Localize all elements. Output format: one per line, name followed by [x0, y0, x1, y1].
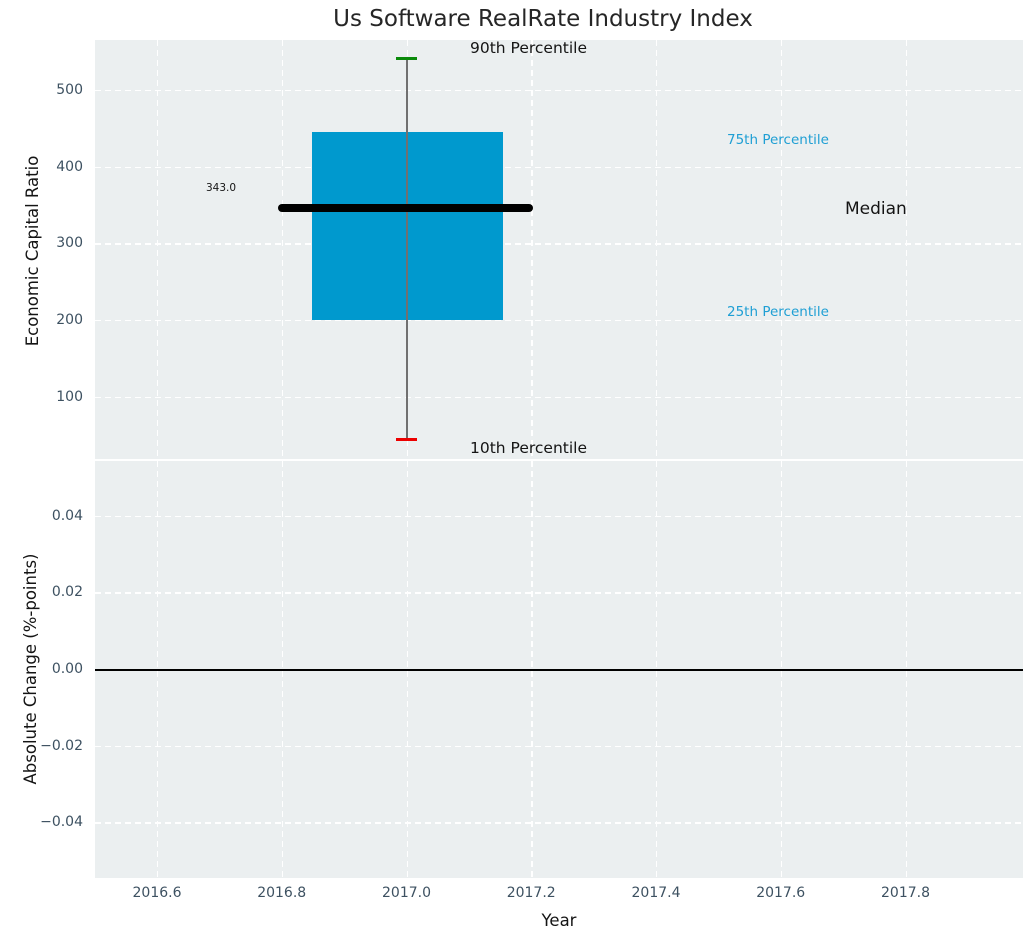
ytick-500: 500 — [56, 82, 83, 98]
boxplot-90th-percentile-cap — [396, 56, 417, 60]
xtick-2017-0: 2017.0 — [382, 885, 431, 901]
gridline-y-300 — [95, 243, 1023, 245]
boxplot-median-line — [278, 203, 533, 212]
xtick-2017-8: 2017.8 — [881, 885, 930, 901]
annotation-25th-percentile: 25th Percentile — [727, 303, 829, 320]
x-axis-label-year: Year — [541, 911, 577, 930]
gridline-y-0-04 — [95, 515, 1023, 518]
gridline-y-neg-0-02 — [95, 745, 1023, 747]
median-value-label: 343.0 — [206, 182, 237, 194]
gridline-y-neg-0-04 — [95, 822, 1023, 824]
xtick-2017-6: 2017.6 — [756, 885, 806, 901]
gridline-y-400 — [95, 166, 1023, 169]
axes-absolute-change — [95, 461, 1023, 878]
gridline-y-500 — [95, 90, 1023, 92]
boxplot-whisker-through-box — [406, 132, 408, 320]
y-axis-label-absolute-change: Absolute Change (%-points) — [21, 553, 40, 785]
annotation-median: Median — [845, 198, 907, 219]
xtick-2016-6: 2016.6 — [132, 885, 182, 901]
chart-title: Us Software RealRate Industry Index — [333, 6, 753, 32]
gridline-y-0-02 — [95, 592, 1023, 594]
y-axis-label-economic-capital-ratio: Economic Capital Ratio — [23, 155, 42, 347]
figure: Us Software RealRate Industry Index 90th… — [0, 0, 1034, 942]
zero-baseline — [95, 668, 1023, 671]
annotation-10th-percentile: 10th Percentile — [470, 439, 588, 457]
annotation-90th-percentile: 90th Percentile — [470, 39, 588, 57]
xtick-2017-4: 2017.4 — [631, 885, 681, 901]
axes-economic-capital-ratio — [95, 40, 1023, 459]
gridline-y-200 — [95, 320, 1023, 322]
boxplot-10th-percentile-cap — [396, 437, 417, 441]
xtick-2016-8: 2016.8 — [257, 885, 307, 901]
annotation-75th-percentile: 75th Percentile — [727, 131, 829, 148]
xtick-2017-2: 2017.2 — [506, 885, 556, 901]
gridline-y-100 — [95, 396, 1023, 398]
